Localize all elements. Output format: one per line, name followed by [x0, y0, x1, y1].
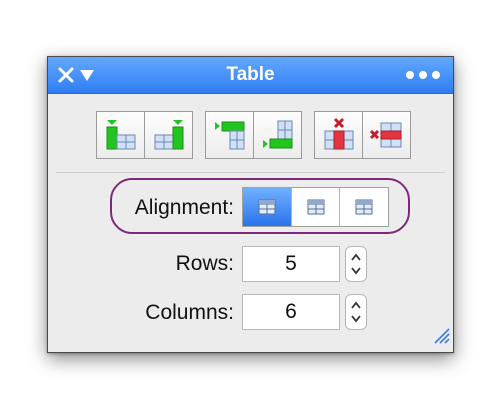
chevron-up-down-icon: [351, 253, 361, 275]
insert-row-below-button[interactable]: [253, 112, 301, 158]
insert-rows-group: [205, 111, 302, 159]
insert-column-left-button[interactable]: [97, 112, 144, 158]
rows-stepper[interactable]: [345, 246, 367, 282]
insert-row-below-icon: [262, 120, 292, 149]
insert-row-above-icon: [214, 121, 244, 150]
columns-stepper[interactable]: [345, 294, 367, 330]
insert-column-right-button[interactable]: [144, 112, 192, 158]
insert-row-above-button[interactable]: [206, 112, 253, 158]
disclosure-triangle-icon[interactable]: [79, 57, 95, 93]
more-options-icon[interactable]: [405, 57, 441, 93]
table-palette-window: Table Alignment: Rows: 5 Columns: 6: [47, 56, 454, 353]
titlebar[interactable]: Table: [48, 57, 453, 94]
delete-row-icon: [369, 122, 401, 148]
delete-column-icon: [324, 117, 353, 150]
align-left-segment[interactable]: [243, 188, 291, 226]
close-icon[interactable]: [57, 57, 75, 93]
delete-row-button[interactable]: [362, 112, 410, 158]
window-title: Table: [226, 64, 275, 85]
columns-field[interactable]: 6: [242, 294, 340, 330]
table-align-center-icon: [307, 199, 324, 215]
table-align-right-icon: [355, 199, 373, 215]
columns-label: Columns:: [145, 301, 234, 324]
insert-column-right-icon: [154, 120, 183, 150]
alignment-segmented-control[interactable]: [242, 187, 389, 227]
chevron-up-down-icon: [351, 301, 361, 323]
delete-group: [314, 111, 411, 159]
align-right-segment[interactable]: [339, 188, 388, 226]
insert-column-left-icon: [106, 120, 135, 150]
rows-field[interactable]: 5: [242, 246, 340, 282]
rows-label: Rows:: [175, 252, 234, 275]
resize-grip-icon[interactable]: [432, 326, 450, 349]
table-align-left-icon: [258, 199, 276, 215]
delete-column-button[interactable]: [315, 112, 362, 158]
separator: [56, 172, 445, 173]
insert-columns-group: [96, 111, 193, 159]
alignment-label: Alignment:: [134, 196, 234, 219]
align-center-segment[interactable]: [290, 188, 340, 226]
